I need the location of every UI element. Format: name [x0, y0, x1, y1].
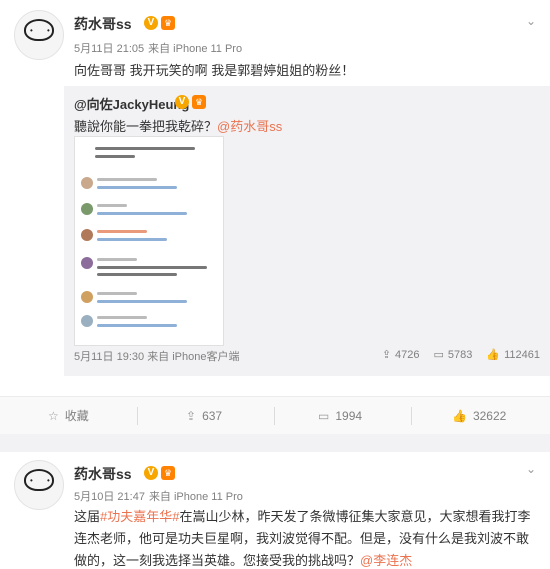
avatar[interactable]: • • — [14, 460, 64, 510]
share-icon: ⇪ — [381, 349, 392, 361]
repost-stats: ⇪ 4726 ▭ 5783 👍 112461 — [382, 348, 540, 361]
repost-timestamp[interactable]: 5月11日 19:30 — [74, 351, 144, 363]
verified-icon: V — [144, 16, 158, 30]
post-source: 来自 iPhone 11 Pro — [148, 43, 243, 55]
chevron-down-icon[interactable]: ⌄ — [526, 462, 536, 476]
post-source: 来自 iPhone 11 Pro — [148, 491, 243, 503]
post-timestamp[interactable]: 5月11日 21:05 — [74, 43, 144, 55]
username[interactable]: 药水哥ss — [74, 464, 132, 484]
repost-image-thumbnail[interactable] — [74, 136, 224, 346]
action-bar: ☆ 收藏 ⇪ 637 ▭ 1994 👍 32622 — [0, 396, 550, 434]
weibo-post-card: • • 药水哥ss V ♛ ⌄ 5月11日 21:05 来自 iPhone 11 … — [0, 0, 550, 434]
repost-likes[interactable]: 👍 112461 — [486, 348, 540, 361]
chevron-down-icon[interactable]: ⌄ — [526, 14, 536, 28]
member-icon: ♛ — [161, 16, 175, 30]
repost-reposts[interactable]: ⇪ 4726 — [382, 348, 420, 361]
post-text: 向佐哥哥 我开玩笑的啊 我是郭碧婷姐姐的粉丝！ — [74, 63, 355, 78]
repost-text: 聽說你能一拳把我乾碎？@药水哥ss — [74, 119, 283, 134]
repost-meta: 5月11日 19:30 来自 iPhone客户端 — [74, 348, 240, 364]
like-button[interactable]: 👍 32622 — [452, 407, 506, 425]
mention-link[interactable]: @药水哥ss — [217, 119, 282, 134]
post-text: 这届#功夫嘉年华#在嵩山少林，昨天发了条微博征集大家意见，大家想看我打李连杰老师… — [74, 509, 531, 568]
mention-link[interactable]: @李连杰 — [360, 553, 412, 568]
post-meta: 5月11日 21:05 来自 iPhone 11 Pro — [74, 40, 242, 56]
weibo-post-card: • • 药水哥ss V ♛ ⌄ 5月10日 21:47 来自 iPhone 11 … — [0, 452, 550, 569]
repost-source: 来自 iPhone客户端 — [147, 351, 240, 363]
star-icon: ☆ — [48, 409, 59, 423]
repost-button[interactable]: ⇪ 637 — [186, 407, 222, 425]
comment-icon: ▭ — [318, 409, 330, 423]
thumbs-up-icon: 👍 — [486, 349, 501, 361]
repost-box[interactable]: @向佐JackyHeung V ♛ 聽說你能一拳把我乾碎？@药水哥ss 5月11… — [64, 86, 550, 376]
member-icon: ♛ — [192, 95, 206, 109]
member-icon: ♛ — [161, 466, 175, 480]
verified-icon: V — [144, 466, 158, 480]
post-timestamp[interactable]: 5月10日 21:47 — [74, 491, 145, 503]
avatar[interactable]: • • — [14, 10, 64, 60]
collect-button[interactable]: ☆ 收藏 — [48, 407, 89, 425]
repost-author[interactable]: @向佐JackyHeung — [74, 94, 189, 113]
verified-icon: V — [175, 95, 189, 109]
thumbs-up-icon: 👍 — [452, 409, 467, 423]
share-icon: ⇪ — [186, 409, 197, 423]
comment-icon: ▭ — [433, 349, 444, 361]
comment-button[interactable]: ▭ 1994 — [318, 407, 362, 425]
repost-comments[interactable]: ▭ 5783 — [434, 348, 473, 361]
username[interactable]: 药水哥ss — [74, 14, 132, 34]
hashtag-link[interactable]: #功夫嘉年华# — [100, 509, 179, 524]
post-meta: 5月10日 21:47 来自 iPhone 11 Pro — [74, 488, 243, 504]
